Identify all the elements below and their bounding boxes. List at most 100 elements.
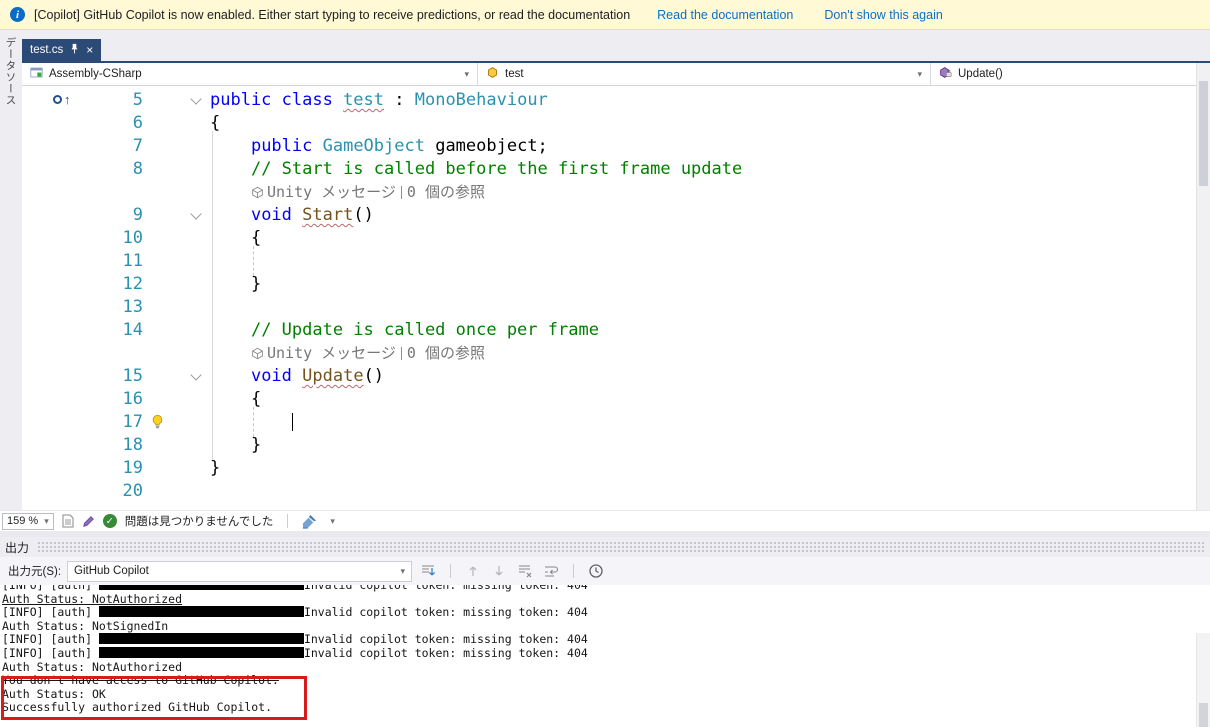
output-panel-header[interactable]: 出力 <box>0 537 1210 557</box>
fold-margin[interactable] <box>148 342 210 365</box>
next-message-icon[interactable] <box>489 561 509 581</box>
tool-window-tab-data-sources[interactable]: データソース <box>4 37 19 510</box>
notification-text: [Copilot] GitHub Copilot is now enabled.… <box>34 7 631 22</box>
text-cursor <box>291 413 294 431</box>
code-row[interactable]: 10 { <box>22 227 1196 250</box>
no-problems-check-icon: ✓ <box>102 514 117 528</box>
fold-margin[interactable] <box>148 227 210 250</box>
code-line[interactable] <box>210 480 1196 503</box>
code-row[interactable]: 16 { <box>22 388 1196 411</box>
fold-margin[interactable] <box>148 250 210 273</box>
code-row[interactable]: 13 <box>22 296 1196 319</box>
member-dropdown[interactable]: Update() ▾ <box>931 63 1210 85</box>
fold-margin[interactable] <box>148 89 210 112</box>
codelens-line[interactable]: Unity メッセージ 0 個の参照 <box>210 342 1196 365</box>
pin-icon[interactable] <box>70 43 79 57</box>
code-line[interactable]: { <box>210 388 1196 411</box>
line-number-margin: 18 <box>22 434 148 457</box>
code-line[interactable]: // Update is called once per frame <box>210 319 1196 342</box>
code-row[interactable]: 8 // Start is called before the first fr… <box>22 158 1196 181</box>
editor-vertical-scrollbar[interactable] <box>1196 63 1210 510</box>
close-icon[interactable]: × <box>86 44 93 56</box>
panel-drag-grip[interactable] <box>37 541 1205 553</box>
code-line[interactable]: { <box>210 227 1196 250</box>
output-line: [INFO] [auth] Invalid copilot token: mis… <box>2 632 588 647</box>
code-row[interactable]: ↑ 5 public class test : MonoBehaviour <box>22 89 1196 112</box>
dont-show-again-link[interactable]: Don't show this again <box>824 8 942 22</box>
pen-icon[interactable] <box>82 515 95 528</box>
fold-margin[interactable] <box>148 319 210 342</box>
prev-message-icon[interactable] <box>463 561 483 581</box>
scrollbar-thumb[interactable] <box>1199 703 1208 727</box>
code-editor[interactable]: ↑ 5 public class test : MonoBehaviour 6{7 p… <box>22 86 1196 510</box>
code-row[interactable]: 11 <box>22 250 1196 273</box>
code-line[interactable]: public GameObject gameobject; <box>210 135 1196 158</box>
lightbulb-icon[interactable] <box>150 414 166 435</box>
code-line[interactable]: } <box>210 273 1196 296</box>
codelens-references[interactable]: 0 個の参照 <box>407 181 485 204</box>
chevron-down-icon: ▾ <box>917 68 922 79</box>
document-icon[interactable] <box>62 514 74 528</box>
fold-chevron-icon[interactable] <box>190 208 202 220</box>
clear-all-icon[interactable] <box>515 561 535 581</box>
code-line[interactable] <box>210 250 1196 273</box>
code-row[interactable]: 9 void Start() <box>22 204 1196 227</box>
code-line[interactable]: } <box>210 457 1196 480</box>
code-row[interactable]: 20 <box>22 480 1196 503</box>
output-source-select[interactable]: GitHub Copilot ▾ <box>67 560 413 582</box>
code-row[interactable]: 12 } <box>22 273 1196 296</box>
goto-message-icon[interactable] <box>418 561 438 581</box>
code-row[interactable]: Unity メッセージ 0 個の参照 <box>22 181 1196 204</box>
code-line[interactable]: } <box>210 434 1196 457</box>
fold-margin[interactable] <box>148 273 210 296</box>
fold-margin[interactable] <box>148 112 210 135</box>
fold-margin[interactable] <box>148 181 210 204</box>
tab-test-cs[interactable]: test.cs × <box>22 39 102 61</box>
code-token: public <box>250 136 323 156</box>
code-line[interactable]: { <box>210 112 1196 135</box>
fold-margin[interactable] <box>148 135 210 158</box>
timestamp-clock-icon[interactable] <box>586 561 606 581</box>
fold-margin[interactable] <box>148 480 210 503</box>
fold-margin[interactable] <box>148 204 210 227</box>
output-vertical-scrollbar[interactable] <box>1196 633 1210 727</box>
word-wrap-icon[interactable] <box>541 561 561 581</box>
fold-margin[interactable] <box>148 457 210 480</box>
project-dropdown[interactable]: Assembly-CSharp ▾ <box>22 63 478 85</box>
code-line[interactable] <box>210 411 1196 434</box>
code-row[interactable]: Unity メッセージ 0 個の参照 <box>22 342 1196 365</box>
codelens-line[interactable]: Unity メッセージ 0 個の参照 <box>210 181 1196 204</box>
fold-margin[interactable] <box>148 365 210 388</box>
zoom-level-select[interactable]: 159 % ▾ <box>2 512 54 530</box>
codelens-divider <box>400 186 402 199</box>
read-documentation-link[interactable]: Read the documentation <box>657 8 793 22</box>
code-cleanup-icon[interactable]: ▾ <box>302 514 335 529</box>
code-line[interactable]: // Start is called before the first fram… <box>210 158 1196 181</box>
code-line[interactable]: void Start() <box>210 204 1196 227</box>
code-line[interactable] <box>210 296 1196 319</box>
scrollbar-thumb[interactable] <box>1199 81 1208 186</box>
fold-margin[interactable] <box>148 296 210 319</box>
code-line[interactable]: public class test : MonoBehaviour <box>210 89 1196 112</box>
fold-chevron-icon[interactable] <box>190 93 202 105</box>
code-row[interactable]: 15 void Update() <box>22 365 1196 388</box>
type-dropdown[interactable]: test ▾ <box>478 63 931 85</box>
code-line[interactable]: void Update() <box>210 365 1196 388</box>
fold-margin[interactable] <box>148 158 210 181</box>
code-row[interactable]: 18 } <box>22 434 1196 457</box>
code-rows[interactable]: ↑ 5 public class test : MonoBehaviour 6{7 p… <box>22 86 1196 503</box>
code-row[interactable]: 19} <box>22 457 1196 480</box>
code-row[interactable]: 17 <box>22 411 1196 434</box>
fold-chevron-icon[interactable] <box>190 369 202 381</box>
line-number: 8 <box>132 159 143 179</box>
fold-margin[interactable] <box>148 434 210 457</box>
code-token: } <box>210 274 262 294</box>
codelens-references[interactable]: 0 個の参照 <box>407 342 485 365</box>
code-row[interactable]: 6{ <box>22 112 1196 135</box>
code-row[interactable]: 7 public GameObject gameobject; <box>22 135 1196 158</box>
fold-margin[interactable] <box>148 388 210 411</box>
code-token: } <box>210 458 221 478</box>
code-row[interactable]: 14 // Update is called once per frame <box>22 319 1196 342</box>
output-log[interactable]: [INFO] [auth] Invalid copilot token: mis… <box>0 585 1210 727</box>
